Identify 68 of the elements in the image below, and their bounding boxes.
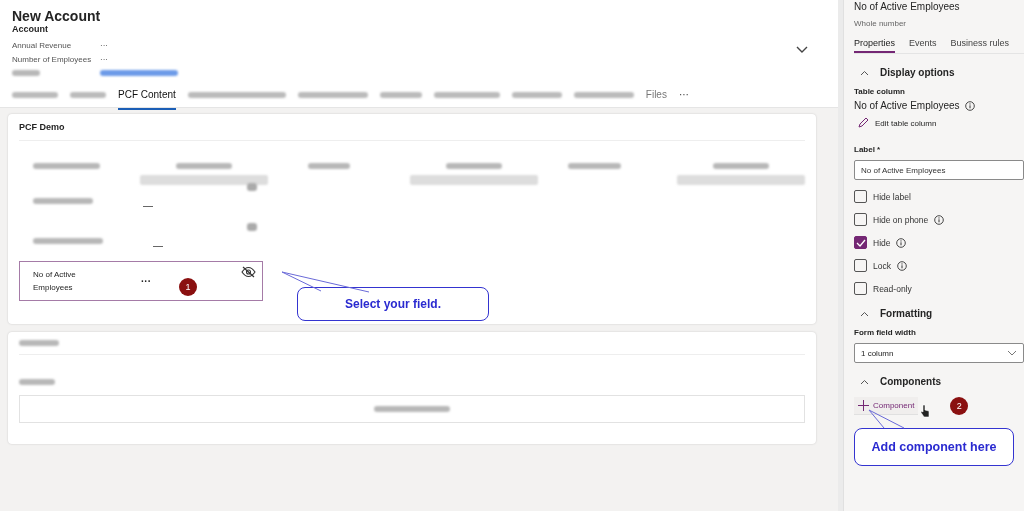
field-value: ··· xyxy=(100,40,108,50)
checkbox-label[interactable]: Hide label xyxy=(873,191,911,202)
blurred-text xyxy=(19,379,55,385)
blurred-text xyxy=(33,163,100,169)
more-tabs-button[interactable]: ··· xyxy=(678,85,689,110)
pencil-icon xyxy=(857,117,869,129)
column-name: No of Active Employees xyxy=(854,100,960,111)
tab[interactable]: Properties xyxy=(854,34,896,53)
checkbox-label[interactable]: Hide xyxy=(873,237,891,248)
info-icon[interactable] xyxy=(934,214,945,225)
chevron-icon[interactable] xyxy=(860,69,869,76)
field-type: Whole number xyxy=(854,19,908,28)
step-badge: 2 xyxy=(950,397,969,415)
field-label: Form field width xyxy=(854,328,917,337)
selected-field[interactable]: No of Active Employees ··· 1 xyxy=(19,261,263,301)
tab[interactable]: Events xyxy=(909,34,937,53)
tab[interactable]: PCF Content xyxy=(118,85,176,110)
checkbox-label[interactable]: Lock xyxy=(873,260,891,271)
chevron-icon[interactable] xyxy=(860,310,869,317)
section-title: PCF Demo xyxy=(19,122,66,132)
field-label: Annual Revenue xyxy=(12,40,73,50)
entity-name: Account xyxy=(12,24,49,34)
width-dropdown[interactable]: 1 column xyxy=(854,343,1024,363)
blurred-icon xyxy=(247,223,257,231)
checkbox[interactable] xyxy=(854,190,867,203)
checkbox[interactable] xyxy=(854,236,867,249)
blurred-text xyxy=(19,340,59,346)
tab[interactable]: Business rules xyxy=(950,34,1010,53)
section-heading: Components xyxy=(880,376,942,387)
info-icon[interactable] xyxy=(964,100,975,111)
field-value: ··· xyxy=(141,275,151,287)
callout-bubble: Add component here xyxy=(854,428,1014,466)
field-label: No of Active Employees xyxy=(33,269,77,294)
field-label: Number of Employees xyxy=(12,54,93,64)
tab[interactable]: Files xyxy=(645,85,667,110)
blurred-text xyxy=(567,163,621,169)
info-icon[interactable] xyxy=(896,237,907,248)
checkbox[interactable] xyxy=(854,213,867,226)
blurred-text xyxy=(33,238,103,244)
blurred-text xyxy=(307,163,350,169)
record-title: New Account xyxy=(12,8,102,24)
blurred-text xyxy=(175,163,232,169)
plus-icon xyxy=(858,400,869,411)
chevron-down-icon[interactable] xyxy=(796,46,808,54)
field-value: ··· xyxy=(100,54,108,64)
blurred-text xyxy=(12,70,40,76)
blurred-text xyxy=(445,163,502,169)
blurred-icon xyxy=(247,183,257,191)
blurred-text xyxy=(33,198,93,204)
chevron-down-icon xyxy=(1007,350,1017,356)
field-label: Table column xyxy=(854,87,906,96)
checkbox[interactable] xyxy=(854,259,867,272)
info-icon[interactable] xyxy=(896,260,907,271)
chevron-icon[interactable] xyxy=(860,378,869,385)
hand-cursor-icon xyxy=(920,404,930,418)
step-badge: 1 xyxy=(179,278,197,296)
checkbox-label[interactable]: Read-only xyxy=(873,283,912,294)
field-label: Label * xyxy=(854,145,882,154)
checkbox[interactable] xyxy=(854,282,867,295)
section-heading: Formatting xyxy=(880,308,933,319)
label-input[interactable]: No of Active Employees xyxy=(854,160,1024,180)
panel-title: No of Active Employees xyxy=(854,1,961,13)
blurred-text xyxy=(713,163,769,169)
checkbox-label[interactable]: Hide on phone xyxy=(873,214,929,225)
add-component-button[interactable]: Component xyxy=(854,397,919,415)
section-heading: Display options xyxy=(880,67,955,78)
callout-bubble: Select your field. xyxy=(297,287,489,321)
edit-link[interactable]: Edit table column xyxy=(857,117,1024,129)
